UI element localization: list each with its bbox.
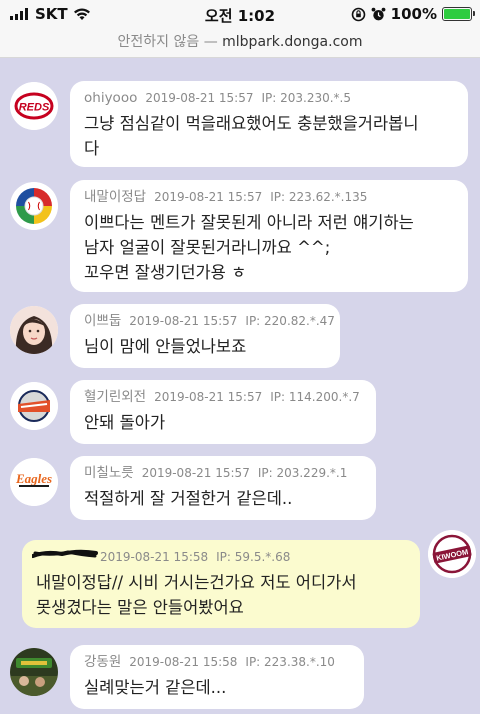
comment-meta: 2019-08-21 15:58 IP: 59.5.*.68 (32, 548, 406, 566)
comment-nickname[interactable]: 내말이정답 (84, 189, 146, 205)
avatar[interactable] (10, 382, 58, 430)
giants-logo-icon (10, 382, 58, 430)
comment-text: 내말이정답// 시비 거시는건가요 저도 어디가서 못생겼다는 말은 안들어봤어… (36, 570, 406, 620)
comment-line: 님이 맘에 안들었나보죠 (84, 337, 247, 356)
comment-bubble: 내말이정답 2019-08-21 15:57 IP: 223.62.*.135 이쁘… (70, 180, 468, 292)
comment-date: 2019-08-21 15:57 (154, 390, 263, 404)
comment-ip: IP: 203.229.*.1 (257, 466, 348, 480)
photo-thumbnail-icon (10, 648, 58, 696)
comment-line: 내말이정답// 시비 거시는건가요 저도 어디가서 (36, 573, 357, 592)
status-right: 100% (351, 5, 475, 23)
comment-ip: IP: 203.230.*.5 (261, 91, 352, 105)
comment-bubble: 혈기린외전 2019-08-21 15:57 IP: 114.200.*.7 안돼 … (70, 380, 376, 444)
comment-meta: 미칠노릇 2019-08-21 15:57 IP: 203.229.*.1 (84, 464, 362, 482)
svg-text:REDS: REDS (19, 102, 50, 114)
url-host: mlbpark.donga.com (222, 34, 363, 50)
comment-bubble: 2019-08-21 15:58 IP: 59.5.*.68 내말이정답// 시비… (22, 540, 420, 628)
url-separator: — (203, 34, 218, 50)
comment-meta: 강동원 2019-08-21 15:58 IP: 223.38.*.10 (84, 653, 350, 671)
comment-line: 못생겼다는 말은 안들어봤어요 (36, 598, 244, 617)
comment-date: 2019-08-21 15:58 (129, 655, 238, 669)
comment-date: 2019-08-21 15:57 (145, 91, 254, 105)
comment-date: 2019-08-21 15:57 (154, 190, 263, 204)
comment-meta: 내말이정답 2019-08-21 15:57 IP: 223.62.*.135 (84, 188, 454, 206)
comment-date: 2019-08-21 15:57 (141, 466, 250, 480)
comment-line: 남자 얼굴이 잘못된거라니까요 ^^; (84, 238, 331, 257)
comment-nickname[interactable]: 이쁘둡 (84, 313, 121, 329)
comment-nickname[interactable]: 미칠노릇 (84, 465, 134, 481)
comment-meta: 이쁘둡 2019-08-21 15:57 IP: 220.82.*.47 (84, 312, 335, 330)
comment-meta: ohiyooo 2019-08-21 15:57 IP: 203.230.*.5 (84, 89, 454, 107)
avatar[interactable]: Eagles (10, 458, 58, 506)
comment-line: 꼬우면 잘생기던가용 ㅎ (84, 263, 247, 282)
comment-ip: IP: 114.200.*.7 (270, 390, 360, 404)
avatar[interactable] (10, 306, 58, 354)
battery-level (444, 9, 470, 19)
comment-line: 적절하게 잘 거절한거 같은데.. (84, 489, 293, 508)
comment-text: 적절하게 잘 거절한거 같은데.. (84, 486, 362, 511)
kiwoom-logo-icon: KIWOOM (428, 530, 476, 578)
battery-percentage: 100% (390, 5, 437, 23)
comment-text: 님이 맘에 안들었나보죠 (84, 334, 326, 359)
comment-nickname[interactable]: 강동원 (84, 654, 121, 670)
comment-line: 다 (84, 139, 100, 158)
comment-nickname[interactable]: 혈기린외전 (84, 389, 146, 405)
insecure-label: 안전하지 않음 (117, 34, 200, 50)
comment-nickname[interactable]: ohiyooo (84, 90, 137, 106)
comment-date: 2019-08-21 15:58 (100, 550, 209, 564)
comment-bubble: ohiyooo 2019-08-21 15:57 IP: 203.230.*.5 그… (70, 81, 468, 167)
comment-line: 실례맞는거 같은데... (84, 678, 227, 697)
comment-text: 안돼 돌아가 (84, 410, 362, 435)
comment-line: 그냥 점심같이 먹을래요했어도 충분했을거라봅니 (84, 114, 419, 133)
eagles-logo-icon: Eagles (10, 458, 58, 506)
baseball-logo-icon (10, 182, 58, 230)
comment-ip: IP: 59.5.*.68 (216, 550, 291, 564)
profile-photo-icon (10, 306, 58, 354)
url-bar[interactable]: 안전하지 않음 — mlbpark.donga.com (0, 30, 480, 58)
comment-text: 이쁘다는 멘트가 잘못된게 아니라 저런 얘기하는 남자 얼굴이 잘못된거라니까… (84, 210, 454, 285)
comment-line: 안돼 돌아가 (84, 413, 166, 432)
comment-bubble: 강동원 2019-08-21 15:58 IP: 223.38.*.10 실례맞는거… (70, 645, 364, 709)
avatar[interactable]: KIWOOM (428, 530, 476, 578)
avatar[interactable]: REDS (10, 82, 58, 130)
comment-ip: IP: 223.62.*.135 (270, 190, 368, 204)
comment-bubble: 미칠노릇 2019-08-21 15:57 IP: 203.229.*.1 적절하게… (70, 456, 376, 520)
comment-text: 그냥 점심같이 먹을래요했어도 충분했을거라봅니 다 (84, 111, 454, 161)
comment-date: 2019-08-21 15:57 (129, 314, 238, 328)
comment-meta: 혈기린외전 2019-08-21 15:57 IP: 114.200.*.7 (84, 388, 362, 406)
comment-text: 실례맞는거 같은데... (84, 675, 350, 700)
orientation-lock-icon (351, 7, 365, 21)
status-bar: SKT 오전 1:02 100% (0, 0, 480, 30)
comment-ip: IP: 223.38.*.10 (245, 655, 335, 669)
comment-bubble: 이쁘둡 2019-08-21 15:57 IP: 220.82.*.47 님이 맘에… (70, 304, 340, 368)
comment-line: 이쁘다는 멘트가 잘못된게 아니라 저런 얘기하는 (84, 213, 414, 232)
redaction-scribble (32, 549, 98, 558)
comment-ip: IP: 220.82.*.47 (245, 314, 335, 328)
reds-logo-icon: REDS (10, 82, 58, 130)
svg-text:Eagles: Eagles (15, 471, 52, 486)
battery-icon (442, 7, 475, 21)
avatar[interactable] (10, 648, 58, 696)
alarm-icon (371, 7, 386, 20)
avatar[interactable] (10, 182, 58, 230)
